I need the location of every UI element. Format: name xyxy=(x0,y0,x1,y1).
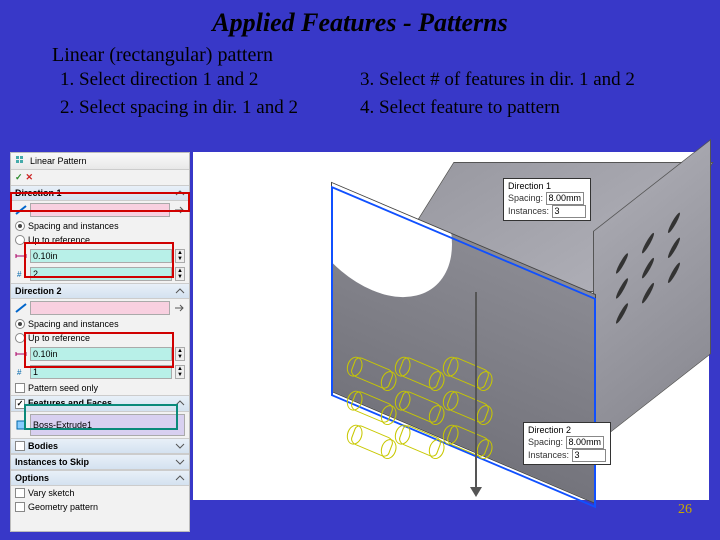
panel-title: Linear Pattern xyxy=(30,156,87,166)
dir1-spacing-field[interactable]: 0.10in xyxy=(30,249,172,263)
options-header[interactable]: Options xyxy=(11,470,189,486)
dir2-count-value: 1 xyxy=(33,367,38,377)
callout-dir2-spacing-val[interactable]: 8.00mm xyxy=(566,436,605,449)
dir1-spacing-spinner[interactable]: ▲▼ xyxy=(175,249,185,263)
vary-label: Vary sketch xyxy=(28,488,74,498)
spacing-icon xyxy=(15,348,27,360)
dir2-opt-spacing: Spacing and instances xyxy=(28,319,119,329)
dir1-radio-spacing[interactable] xyxy=(15,221,25,231)
feature-icon xyxy=(15,419,27,431)
arrowhead-down-icon xyxy=(470,487,482,497)
dir1-opt-ref: Up to reference xyxy=(28,235,90,245)
callout-dir1-title: Direction 1 xyxy=(508,181,586,192)
bodies-check[interactable] xyxy=(15,441,25,451)
pattern-icon xyxy=(15,155,27,167)
callout-dir2-inst-lbl: Instances: xyxy=(528,450,569,460)
geom-check[interactable] xyxy=(15,502,25,512)
callout-dir2-inst-val[interactable]: 3 xyxy=(572,449,606,462)
features-header-label: Features and Faces xyxy=(28,398,112,408)
model-viewport[interactable]: Direction 1 Spacing: 8.00mm Instances: 3… xyxy=(193,152,709,500)
step-2: 2. Select spacing in dir. 1 and 2 xyxy=(60,97,360,119)
vary-check[interactable] xyxy=(15,488,25,498)
options-header-label: Options xyxy=(15,473,49,483)
spacing-icon xyxy=(15,250,27,262)
features-check[interactable] xyxy=(15,399,25,409)
cancel-icon[interactable]: ✕ xyxy=(26,172,34,183)
dir2-spacing-field[interactable]: 0.10in xyxy=(30,347,172,361)
property-panel: Linear Pattern ✓ ✕ Direction 1 Spacing a… xyxy=(10,152,190,532)
dir1-header-label: Direction 1 xyxy=(15,188,62,198)
chevron-up-icon xyxy=(175,473,185,483)
dir1-opt-spacing: Spacing and instances xyxy=(28,221,119,231)
svg-text:#: # xyxy=(17,270,22,279)
ok-icon[interactable]: ✓ xyxy=(15,172,23,183)
features-header[interactable]: Features and Faces xyxy=(11,395,189,412)
count-icon: # xyxy=(15,366,27,378)
dir1-edge-field[interactable] xyxy=(30,203,170,217)
seed-only-check[interactable] xyxy=(15,383,25,393)
dir2-radio-spacing[interactable] xyxy=(15,319,25,329)
dir2-radio-ref[interactable] xyxy=(15,333,25,343)
callout-dir1[interactable]: Direction 1 Spacing: 8.00mm Instances: 3 xyxy=(503,178,591,221)
callout-dir1-inst-val[interactable]: 3 xyxy=(552,205,586,218)
chevron-up-icon xyxy=(175,398,185,408)
callout-dir1-inst-lbl: Instances: xyxy=(508,206,549,216)
bodies-header[interactable]: Bodies xyxy=(11,438,189,455)
step-1: 1. Select direction 1 and 2 xyxy=(60,69,360,91)
bodies-header-label: Bodies xyxy=(28,441,58,451)
step-3: 3. Select # of features in dir. 1 and 2 xyxy=(360,69,720,91)
chevron-down-icon xyxy=(175,441,185,451)
callout-dir2-spacing-lbl: Spacing: xyxy=(528,437,563,447)
dir1-header[interactable]: Direction 1 xyxy=(11,185,189,201)
chevron-down-icon xyxy=(175,457,185,467)
edge-icon xyxy=(15,302,27,314)
page-number: 26 xyxy=(678,502,692,518)
dir2-count-spinner[interactable]: ▲▼ xyxy=(175,365,185,379)
dir2-header-label: Direction 2 xyxy=(15,286,62,296)
dir2-count-field[interactable]: 1 xyxy=(30,365,172,379)
dir1-count-spinner[interactable]: ▲▼ xyxy=(175,267,185,281)
seed-only-label: Pattern seed only xyxy=(28,383,98,393)
dim-arrow-vert xyxy=(475,292,477,492)
features-list[interactable]: Boss-Extrude1 xyxy=(30,414,185,436)
count-icon: # xyxy=(15,268,27,280)
skip-header-label: Instances to Skip xyxy=(15,457,89,467)
slide-title: Applied Features - Patterns xyxy=(0,0,720,38)
confirm-row: ✓ ✕ xyxy=(11,170,189,185)
dir1-spacing-value: 0.10in xyxy=(33,251,58,261)
dir2-opt-ref: Up to reference xyxy=(28,333,90,343)
steps-grid: 1. Select direction 1 and 2 3. Select # … xyxy=(0,67,720,119)
slide-subtitle: Linear (rectangular) pattern xyxy=(0,38,720,67)
callout-dir2[interactable]: Direction 2 Spacing: 8.00mm Instances: 3 xyxy=(523,422,611,465)
callout-dir1-spacing-lbl: Spacing: xyxy=(508,193,543,203)
edge-icon xyxy=(15,204,27,216)
chevron-up-icon xyxy=(175,188,185,198)
callout-dir2-title: Direction 2 xyxy=(528,425,606,436)
step-4: 4. Select feature to pattern xyxy=(360,97,720,119)
svg-text:#: # xyxy=(17,368,22,377)
panel-title-bar: Linear Pattern xyxy=(11,153,189,170)
geom-label: Geometry pattern xyxy=(28,502,98,512)
dir2-edge-field[interactable] xyxy=(30,301,170,315)
skip-header[interactable]: Instances to Skip xyxy=(11,454,189,470)
dir2-header[interactable]: Direction 2 xyxy=(11,283,189,299)
reverse-icon[interactable] xyxy=(173,204,185,216)
dir2-spacing-spinner[interactable]: ▲▼ xyxy=(175,347,185,361)
chevron-up-icon xyxy=(175,286,185,296)
callout-dir1-spacing-val[interactable]: 8.00mm xyxy=(546,192,585,205)
dir1-count-field[interactable]: 2 xyxy=(30,267,172,281)
dir1-radio-ref[interactable] xyxy=(15,235,25,245)
dir2-spacing-value: 0.10in xyxy=(33,349,58,359)
reverse-icon[interactable] xyxy=(173,302,185,314)
dir1-count-value: 2 xyxy=(33,269,38,279)
features-item: Boss-Extrude1 xyxy=(33,420,92,430)
